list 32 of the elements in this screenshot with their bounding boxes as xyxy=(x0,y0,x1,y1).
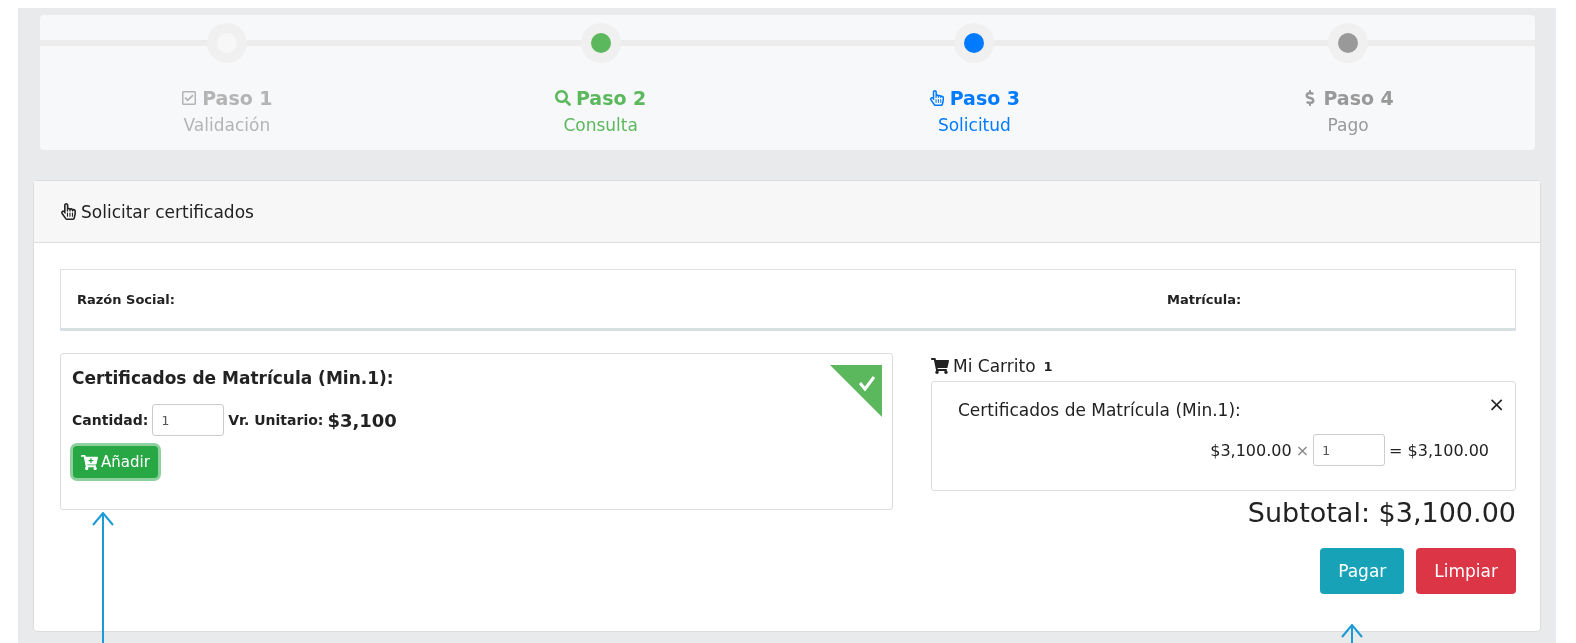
unit-price-label: Vr. Unitario: xyxy=(228,412,324,428)
close-button[interactable]: × xyxy=(1488,392,1505,416)
pointer-hand-icon xyxy=(60,203,77,220)
checkbox-icon xyxy=(181,90,198,106)
cart-icon xyxy=(931,357,949,375)
cart-plus-icon xyxy=(81,453,98,471)
search-icon xyxy=(554,90,571,106)
quantity-label: Cantidad: xyxy=(72,412,149,428)
unit-price: $3,100 xyxy=(327,409,397,431)
cart-count: 1 xyxy=(1043,358,1053,374)
step-title: Paso 2 xyxy=(575,87,647,109)
item-price: $3,100.00 xyxy=(1210,440,1292,460)
step-subtitle: Validación xyxy=(183,115,271,135)
quantity-field[interactable]: 1 xyxy=(1313,434,1386,466)
cart-title: Mi Carrito xyxy=(953,356,1036,376)
times-sign: × xyxy=(1295,440,1310,460)
product-title: Certificados de Matrícula (Min.1): xyxy=(72,368,395,388)
quantity-field[interactable]: 1 xyxy=(152,404,225,436)
step-title: Paso 4 xyxy=(1323,87,1394,109)
step-title: Paso 3 xyxy=(949,87,1021,109)
subtotal: Subtotal: $3,100.00 xyxy=(1246,497,1516,528)
field-label: Matrícula: xyxy=(1167,291,1242,307)
clear-button[interactable]: Limpiar xyxy=(1416,548,1516,594)
step-subtitle: Consulta xyxy=(563,115,638,135)
step-subtitle: Pago xyxy=(1327,115,1369,135)
item-total: = $3,100.00 xyxy=(1389,440,1489,460)
step-subtitle: Solicitud xyxy=(937,115,1011,135)
field-label: Razón Social: xyxy=(77,291,176,307)
cart-item-name: Certificados de Matrícula (Min.1): xyxy=(958,400,1241,420)
pointer-hand-icon xyxy=(928,90,945,106)
step-title: Paso 1 xyxy=(202,87,273,109)
panel-title: Solicitar certificados xyxy=(81,201,254,222)
